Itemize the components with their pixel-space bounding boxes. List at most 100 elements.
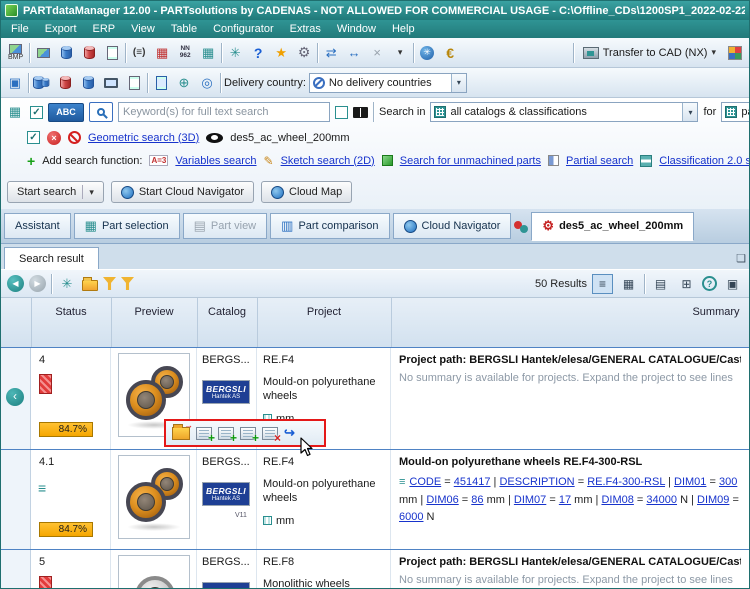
result-row-4-1[interactable]: 4.1 ≡ 84.7% BERGS... BERGSLI Hantek AS V… [1,449,749,549]
add-to-part-list-button[interactable] [196,427,212,440]
eye-icon[interactable] [206,133,223,143]
detach-panel-icon[interactable]: ❏ [736,252,746,265]
exact-search-checkbox[interactable] [335,106,348,119]
formula-icon[interactable]: (≡) [129,42,149,64]
menu-help[interactable]: Help [384,23,423,35]
menu-window[interactable]: Window [329,23,384,35]
copy-link-button[interactable]: ↪ [284,425,295,441]
attribute-key-link[interactable]: DIM07 [514,494,546,506]
column-header-preview[interactable]: Preview [111,306,197,318]
window-layout-button[interactable]: ▣ [722,274,743,294]
add-to-selection-button[interactable] [218,427,234,440]
filter-icon[interactable] [103,277,116,290]
menu-configurator[interactable]: Configurator [205,23,282,35]
catalog-home-icon[interactable] [82,280,98,291]
document-export-icon[interactable] [102,42,122,64]
attribute-key-link[interactable]: CODE [409,476,441,488]
attribute-value-link[interactable]: 34000 [646,494,677,506]
attribute-value-link[interactable]: 451417 [454,476,491,488]
menu-erp[interactable]: ERP [85,23,124,35]
document-blue-icon[interactable] [151,72,171,94]
forward-button[interactable]: ▶ [29,275,46,292]
disable-search-icon[interactable] [68,131,81,144]
geometric-search-link[interactable]: Geometric search (3D) [88,132,199,144]
menu-view[interactable]: View [123,23,163,35]
column-header-status[interactable]: Status [31,306,111,318]
bom-list-icon[interactable] [124,72,144,94]
dictionary-book-icon[interactable] [353,107,368,118]
globe-add-icon[interactable]: ⊕ [174,72,194,94]
search-in-select[interactable]: all catalogs & classifications ▾ [430,102,698,122]
tab-part-selection[interactable]: ▦ Part selection [74,213,180,239]
collapse-row-button[interactable]: ‹ [6,388,24,406]
remove-from-list-button[interactable] [262,427,278,440]
list-view-button[interactable]: ≡ [592,274,613,294]
variables-search-link[interactable]: Variables search [175,155,256,167]
part-preview-image[interactable] [118,555,190,588]
partial-search-link[interactable]: Partial search [566,155,633,167]
transfer-to-cad-button[interactable]: Transfer to CAD (NX) ▾ [578,45,721,61]
settings-asterisk-icon[interactable]: ✳ [225,42,245,64]
part-preview-image[interactable] [118,455,190,539]
column-header-summary[interactable]: Summary [391,306,750,318]
database-stack-icon[interactable] [32,72,52,94]
preview-export-icon[interactable] [33,42,53,64]
attribute-key-link[interactable]: DIM01 [674,476,706,488]
measure-icon[interactable]: ↔ [344,42,364,64]
cloud-map-button[interactable]: Cloud Map [261,181,352,203]
tab-search-session[interactable]: ⚙ des5_ac_wheel_200mm [531,212,694,241]
attribute-key-link[interactable]: DESCRIPTION [499,476,574,488]
table-delete-icon[interactable]: ▦ [152,42,172,64]
result-row-5[interactable]: 5 BERGS... BERGSLI Hantek AS RE.F8 Monol… [1,549,749,588]
abc-search-button[interactable]: ABC [48,103,84,122]
monitor-icon[interactable] [101,72,121,94]
column-header-project[interactable]: Project [257,306,391,318]
help-icon[interactable]: ? [248,42,268,64]
column-header-catalog[interactable]: Catalog [197,306,257,318]
attribute-key-link[interactable]: DIM08 [601,494,633,506]
sketch-search-link[interactable]: Sketch search (2D) [281,155,375,167]
menu-export[interactable]: Export [37,23,85,35]
price-euro-icon[interactable]: € [440,42,460,64]
start-search-button[interactable]: Start search ▾ [7,181,104,203]
keyword-input[interactable] [118,102,330,122]
geometric-search-checkbox[interactable]: ✓ [27,131,40,144]
ship-wheel-icon[interactable]: ✳ [417,42,437,64]
help-circle-icon[interactable]: ? [702,276,717,291]
filter-abc-icon[interactable] [121,277,134,290]
delivery-country-select[interactable]: No delivery countries ▾ [309,73,467,93]
expand-all-button[interactable]: ⊞ [676,274,697,294]
table-view-icon[interactable]: ▦ [198,42,218,64]
database-export-icon[interactable] [79,42,99,64]
attribute-value-link[interactable]: 86 [471,494,483,506]
start-cloud-navigator-button[interactable]: Start Cloud Navigator [111,181,254,203]
table-number-icon[interactable]: NN 962 [175,42,195,64]
export-bmp-button[interactable]: BMP [5,43,26,62]
attribute-key-link[interactable]: DIM06 [426,494,458,506]
favorites-icon[interactable]: ★ [271,42,291,64]
chevron-down-icon[interactable]: ▾ [682,103,697,121]
more-tools-dropdown[interactable]: ▾ [390,42,410,64]
remove-search-icon[interactable]: × [47,131,61,145]
chevron-down-icon[interactable]: ▾ [451,74,466,92]
search-for-select[interactable]: par [721,102,749,122]
attribute-value-link[interactable]: 17 [559,494,571,506]
attribute-value-link[interactable]: 300 [719,476,737,488]
search-settings-icon[interactable]: ✳ [57,273,77,295]
clear-icon[interactable]: × [367,42,387,64]
menu-extras[interactable]: Extras [282,23,329,35]
database-icon[interactable] [56,42,76,64]
add-to-comparison-button[interactable] [240,427,256,440]
back-button[interactable]: ◀ [7,275,24,292]
attribute-value-link[interactable]: RE.F4-300-RSL [587,476,665,488]
open-project-button[interactable] [172,427,190,440]
tab-assistant[interactable]: Assistant [4,213,71,239]
attribute-key-link[interactable]: DIM09 [697,494,729,506]
tab-part-comparison[interactable]: ▥ Part comparison [270,213,389,239]
database-red-stack-icon[interactable] [55,72,75,94]
attribute-value-link[interactable]: 6000 [399,511,423,523]
keyword-search-button[interactable] [89,102,113,122]
tab-search-result[interactable]: Search result [4,247,99,269]
unmachined-search-link[interactable]: Search for unmachined parts [400,155,541,167]
table-view-button[interactable]: ▤ [650,274,671,294]
